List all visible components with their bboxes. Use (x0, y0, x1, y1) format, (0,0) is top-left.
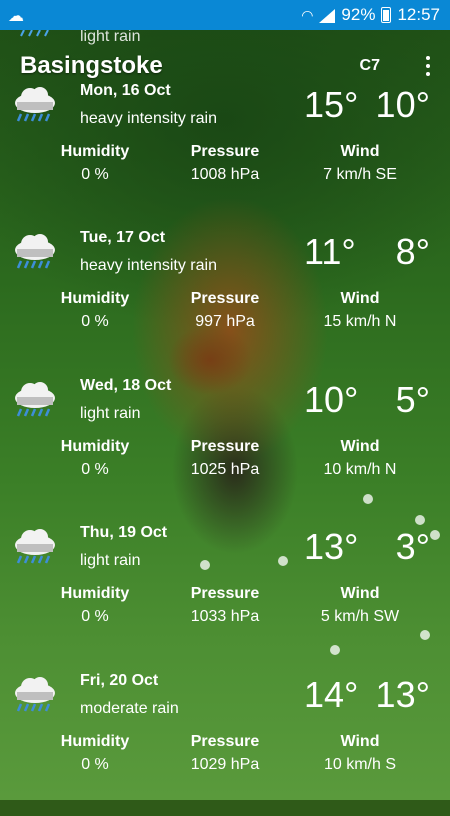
humidity-value: 0 % (81, 756, 109, 773)
humidity-value: 0 % (81, 313, 109, 330)
pressure-label: Pressure (190, 733, 260, 750)
forecast-day[interactable]: Mon, 16 Oct heavy intensity rain 15° 10°… (0, 78, 450, 226)
wifi-icon: ◠ (301, 6, 314, 23)
forecast-day[interactable]: Fri, 20 Oct moderate rain 14° 13° Humidi… (0, 668, 450, 816)
low-temperature: 3° (395, 526, 430, 567)
rain-cloud-icon (13, 83, 57, 127)
forecast-day[interactable]: Tue, 17 Oct heavy intensity rain 11° 8° … (0, 225, 450, 373)
high-temperature: 15° (304, 84, 359, 125)
humidity-label: Humidity (60, 438, 130, 455)
pressure-value: 1033 hPa (190, 608, 260, 625)
low-temperature: 5° (395, 379, 430, 420)
forecast-day[interactable]: Wed, 18 Oct light rain 10° 5° Humidity P… (0, 373, 450, 521)
battery-percent: 92% (341, 5, 376, 24)
humidity-label: Humidity (60, 290, 130, 307)
forecast-description: heavy intensity rain (80, 257, 217, 274)
battery-icon (381, 7, 392, 23)
pressure-value: 1008 hPa (190, 166, 260, 183)
high-temperature: 13° (304, 526, 359, 567)
low-temperature: 13° (375, 674, 430, 715)
wind-label: Wind (340, 143, 380, 160)
wind-value: 15 km/h N (323, 313, 397, 330)
forecast-description: heavy intensity rain (80, 110, 217, 127)
wind-value: 10 km/h S (323, 756, 397, 773)
wind-label: Wind (340, 733, 380, 750)
high-temperature: 10° (304, 379, 359, 420)
pressure-value: 997 hPa (195, 313, 255, 330)
wind-label: Wind (340, 585, 380, 602)
humidity-label: Humidity (60, 143, 130, 160)
forecast-date: Tue, 17 Oct (80, 229, 166, 246)
wind-value: 7 km/h SE (323, 166, 397, 183)
pressure-label: Pressure (190, 585, 260, 602)
pressure-label: Pressure (190, 438, 260, 455)
clock: 12:57 (397, 5, 440, 24)
pressure-label: Pressure (190, 143, 260, 160)
wind-value: 10 km/h N (323, 461, 397, 478)
humidity-value: 0 % (81, 608, 109, 625)
high-temperature: 11° (304, 231, 356, 272)
location-code[interactable]: C7 (360, 57, 380, 75)
forecast-day[interactable]: Thu, 19 Oct light rain 13° 3° Humidity P… (0, 520, 450, 668)
wind-value: 5 km/h SW (320, 608, 400, 625)
pressure-label: Pressure (190, 290, 260, 307)
rain-cloud-icon (13, 230, 57, 274)
forecast-date: Fri, 20 Oct (80, 672, 159, 689)
city-name[interactable]: Basingstoke (20, 52, 163, 80)
cloud-notification-icon: ☁ (8, 8, 24, 25)
forecast-date: Wed, 18 Oct (80, 377, 172, 394)
forecast-description: light rain (80, 405, 141, 422)
forecast-date: Mon, 16 Oct (80, 82, 171, 99)
rain-cloud-icon (13, 378, 57, 422)
humidity-label: Humidity (60, 733, 130, 750)
signal-icon (319, 8, 336, 23)
status-bar: ☁ ◠ 92% 12:57 (0, 0, 450, 30)
wind-label: Wind (340, 438, 380, 455)
rain-cloud-icon (13, 673, 57, 717)
peek-description: light rain (80, 28, 141, 45)
forecast-description: light rain (80, 552, 141, 569)
low-temperature: 10° (375, 84, 430, 125)
rain-cloud-icon (13, 525, 57, 569)
humidity-value: 0 % (81, 166, 109, 183)
pressure-value: 1029 hPa (190, 756, 260, 773)
high-temperature: 14° (304, 674, 359, 715)
low-temperature: 8° (395, 231, 430, 272)
humidity-label: Humidity (60, 585, 130, 602)
overflow-menu-icon[interactable] (420, 54, 436, 78)
forecast-description: moderate rain (80, 700, 179, 717)
humidity-value: 0 % (81, 461, 109, 478)
pressure-value: 1025 hPa (190, 461, 260, 478)
forecast-date: Thu, 19 Oct (80, 524, 168, 541)
wind-label: Wind (340, 290, 380, 307)
app-bar: Basingstoke C7 (20, 52, 436, 82)
